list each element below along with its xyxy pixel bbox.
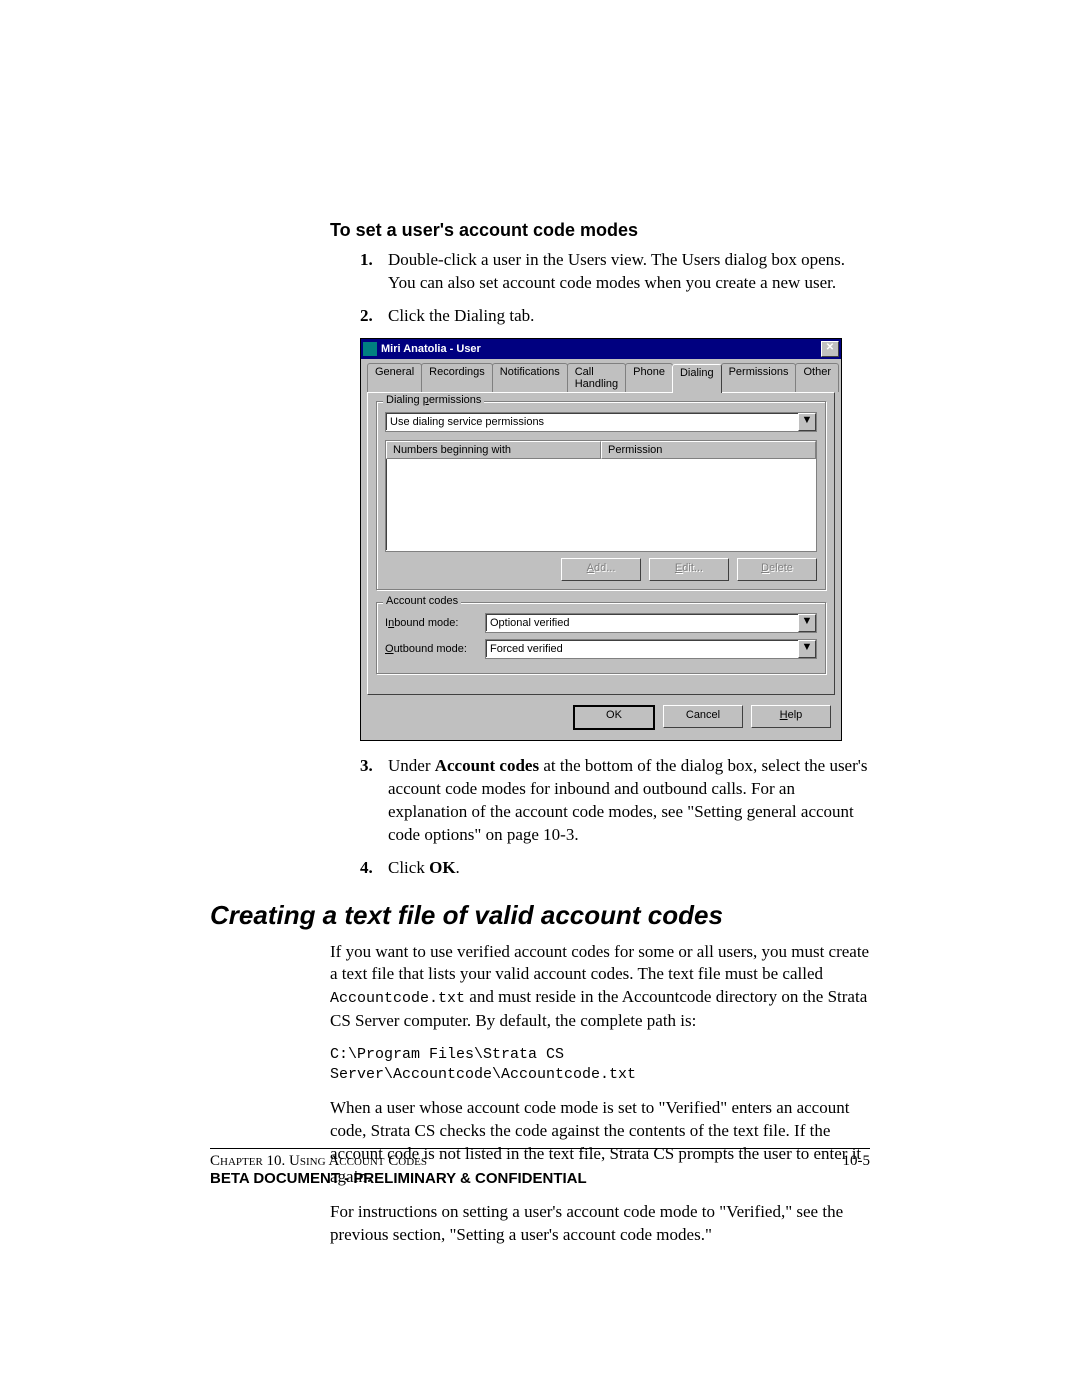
footer-chapter: Chapter 10. Using Account Codes bbox=[210, 1153, 427, 1170]
dialing-permissions-dropdown[interactable]: Use dialing service permissions ▼ bbox=[385, 412, 817, 432]
step-3: 3. Under Account codes at the bottom of … bbox=[360, 755, 870, 847]
account-codes-legend: Account codes bbox=[383, 595, 461, 607]
tabstrip: General Recordings Notifications Call Ha… bbox=[361, 359, 841, 392]
step-4: 4. Click OK. bbox=[360, 857, 870, 880]
tab-recordings[interactable]: Recordings bbox=[421, 363, 493, 392]
dialing-permissions-legend: Dialing permissions bbox=[383, 394, 484, 406]
steps-list-continued: 3. Under Account codes at the bottom of … bbox=[360, 755, 870, 880]
step-1-text: Double-click a user in the Users view. T… bbox=[388, 250, 845, 292]
footer-confidential: BETA DOCUMENT - PRELIMINARY & CONFIDENTI… bbox=[210, 1170, 870, 1187]
close-icon[interactable]: ✕ bbox=[821, 341, 839, 357]
step-4-prefix: Click bbox=[388, 858, 429, 877]
page-footer: Chapter 10. Using Account Codes 10-5 BET… bbox=[210, 1148, 870, 1187]
user-dialog: Miri Anatolia - User ✕ General Recording… bbox=[360, 338, 842, 741]
tab-other[interactable]: Other bbox=[795, 363, 839, 392]
tab-notifications[interactable]: Notifications bbox=[492, 363, 568, 392]
tab-general[interactable]: General bbox=[367, 363, 422, 392]
permissions-listbox[interactable]: Numbers beginning with Permission bbox=[385, 440, 817, 552]
add-button[interactable]: Add... bbox=[561, 558, 641, 581]
app-icon bbox=[363, 342, 377, 356]
step-4-num: 4. bbox=[360, 857, 373, 880]
col-permission[interactable]: Permission bbox=[601, 441, 816, 459]
outbound-mode-dropdown[interactable]: Forced verified ▼ bbox=[485, 639, 817, 659]
step-2-num: 2. bbox=[360, 305, 373, 328]
para-3: For instructions on setting a user's acc… bbox=[330, 1201, 870, 1247]
step-3-bold: Account codes bbox=[435, 756, 539, 775]
inbound-mode-value: Optional verified bbox=[490, 617, 798, 629]
dialing-permissions-group: Dialing permissions Use dialing service … bbox=[376, 401, 826, 590]
titlebar: Miri Anatolia - User ✕ bbox=[361, 339, 841, 359]
chevron-down-icon[interactable]: ▼ bbox=[798, 640, 816, 658]
help-button[interactable]: Help bbox=[751, 705, 831, 728]
steps-list: 1. Double-click a user in the Users view… bbox=[360, 249, 870, 328]
step-4-suffix: . bbox=[456, 858, 460, 877]
tab-call-handling[interactable]: Call Handling bbox=[567, 363, 626, 392]
tab-dialing[interactable]: Dialing bbox=[672, 364, 722, 393]
dialing-permissions-value: Use dialing service permissions bbox=[390, 416, 798, 428]
step-3-prefix: Under bbox=[388, 756, 435, 775]
tab-panel-dialing: Dialing permissions Use dialing service … bbox=[367, 392, 835, 695]
listbox-header: Numbers beginning with Permission bbox=[386, 441, 816, 459]
dialog-title: Miri Anatolia - User bbox=[381, 343, 821, 355]
inbound-mode-dropdown[interactable]: Optional verified ▼ bbox=[485, 613, 817, 633]
step-1: 1. Double-click a user in the Users view… bbox=[360, 249, 870, 295]
col-numbers[interactable]: Numbers beginning with bbox=[386, 441, 601, 459]
heading-creating-text-file: Creating a text file of valid account co… bbox=[210, 900, 870, 931]
account-codes-group: Account codes Inbound mode: Optional ver… bbox=[376, 602, 826, 674]
cancel-button[interactable]: Cancel bbox=[663, 705, 743, 728]
step-4-bold: OK bbox=[429, 858, 455, 877]
step-2: 2. Click the Dialing tab. bbox=[360, 305, 870, 328]
ok-button[interactable]: OK bbox=[573, 705, 655, 730]
para-1: If you want to use verified account code… bbox=[330, 941, 870, 1033]
path-line: C:\Program Files\Strata CS Server\Accoun… bbox=[330, 1045, 870, 1086]
chevron-down-icon[interactable]: ▼ bbox=[798, 413, 816, 431]
edit-button[interactable]: Edit... bbox=[649, 558, 729, 581]
outbound-mode-value: Forced verified bbox=[490, 643, 798, 655]
tab-permissions[interactable]: Permissions bbox=[721, 363, 797, 392]
delete-button[interactable]: Delete bbox=[737, 558, 817, 581]
footer-page-number: 10-5 bbox=[843, 1153, 871, 1170]
tab-phone[interactable]: Phone bbox=[625, 363, 673, 392]
step-3-num: 3. bbox=[360, 755, 373, 778]
section-title: To set a user's account code modes bbox=[330, 220, 870, 241]
step-1-num: 1. bbox=[360, 249, 373, 272]
step-2-text: Click the Dialing tab. bbox=[388, 306, 534, 325]
chevron-down-icon[interactable]: ▼ bbox=[798, 614, 816, 632]
outbound-mode-label: Outbound mode: bbox=[385, 643, 475, 655]
inbound-mode-label: Inbound mode: bbox=[385, 617, 475, 629]
